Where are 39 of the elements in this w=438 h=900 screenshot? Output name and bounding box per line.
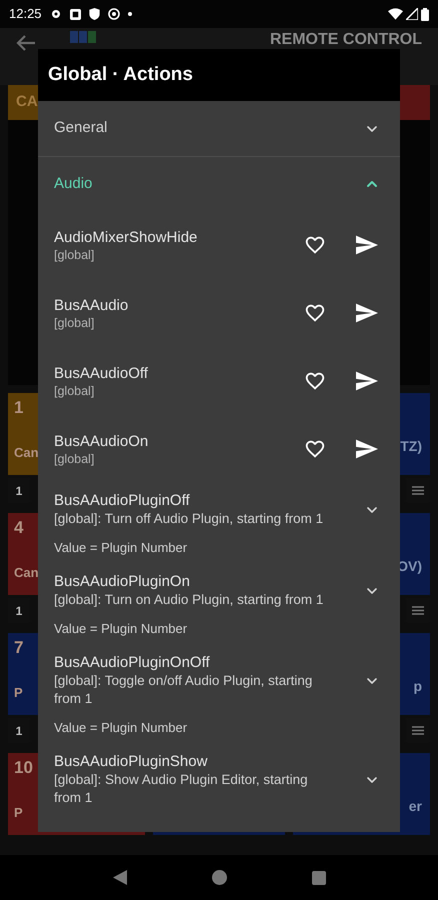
value-text: 1 (16, 602, 22, 620)
tile-label: Can (14, 564, 39, 582)
action-scope: [global] (54, 314, 96, 330)
action-scope: [global] (54, 246, 96, 262)
action-name: AudioMixerShowHide (54, 228, 198, 246)
category-header[interactable]: Audio (38, 156, 400, 211)
tile-label: TZ) (400, 437, 422, 456)
action-name: BusAAudioOn (54, 432, 148, 450)
action-description: [global]: Toggle on/off Audio Plugin, starting from 1 (54, 672, 314, 708)
action-name: BusAAudioOff (54, 364, 148, 382)
action-description: [global]: Turn off Audio Plugin, starting from 1 (54, 510, 324, 528)
tile-number: 4 (14, 517, 24, 539)
action-scope: [global] (54, 382, 96, 398)
action-name: BusAAudio (54, 296, 128, 314)
value-note: Value = Plugin Number (54, 540, 188, 556)
tile-number: 10 (14, 757, 33, 779)
action-name: BusAAudioPluginOnOff (54, 653, 211, 672)
tile-number: 7 (14, 637, 24, 659)
value-text: 1 (16, 722, 22, 740)
action-description: [global]: Show Audio Plugin Editor, starting from 1 (54, 771, 309, 807)
header-title: REMOTE CONTROL (270, 31, 422, 48)
action-scope: [global] (54, 450, 96, 466)
action-name: BusAAudioPluginShow (54, 752, 208, 771)
tile-label: P (14, 804, 23, 822)
value-note: Value = Plugin Number (54, 720, 188, 736)
tile-label: P (14, 684, 23, 702)
category-header[interactable]: General (38, 101, 400, 156)
action-description: [global]: Turn on Audio Plugin, starting from 1 (54, 591, 324, 609)
tile-number: 1 (14, 397, 24, 419)
value-note: Value = Plugin Number (54, 621, 188, 637)
camera-bar-label: CA (16, 92, 38, 112)
value-text: 1 (16, 482, 22, 500)
tile-label: er (408, 797, 422, 816)
tile-label: p (413, 677, 422, 696)
status-time: 12:25 (9, 5, 42, 24)
tile-label: Can (14, 444, 39, 462)
action-name: BusAAudioPluginOff (54, 491, 191, 510)
action-name: BusAAudioPluginOn (54, 572, 191, 591)
dialog-title: Global · Actions (48, 62, 193, 87)
